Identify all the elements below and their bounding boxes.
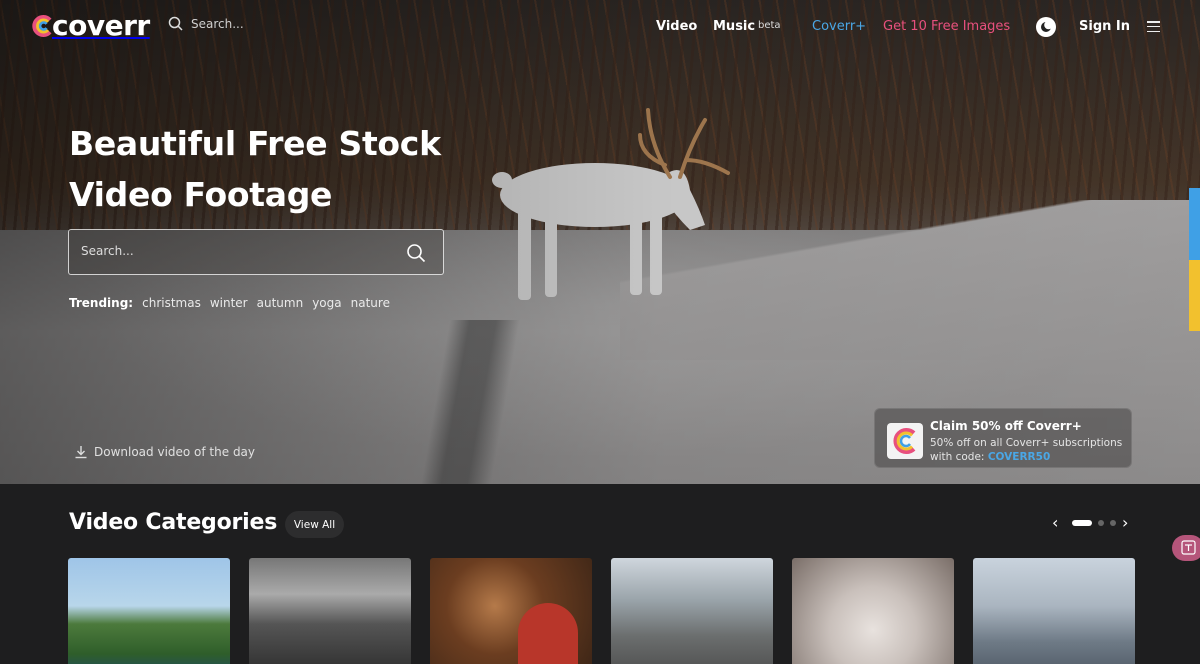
download-video-of-day[interactable]: Download video of the day (74, 445, 255, 459)
category-card[interactable] (68, 558, 230, 664)
search-icon[interactable] (406, 243, 426, 263)
download-icon (75, 446, 87, 459)
hero-search-input[interactable] (81, 244, 381, 258)
search-icon (168, 16, 183, 31)
hero-title-line2: Video Footage (69, 175, 333, 214)
trending-tag[interactable]: nature (351, 296, 390, 310)
trending-label: Trending: (69, 296, 134, 310)
promo-card[interactable]: Claim 50% off Coverr+ 50% off on all Cov… (874, 408, 1132, 468)
promo-code: COVERR50 (987, 451, 1051, 463)
category-card[interactable] (973, 558, 1135, 664)
category-card[interactable] (249, 558, 411, 664)
carousel-dot[interactable] (1098, 520, 1104, 526)
coverr-logo-mark (30, 13, 56, 39)
promo-title: Claim 50% off Coverr+ (930, 419, 1082, 433)
nav-link-coverr-plus[interactable]: Coverr+ (812, 19, 866, 34)
translate-icon (1181, 540, 1196, 555)
top-nav: coverr Video Music beta Coverr+ Get 10 F… (0, 0, 1200, 54)
category-cards (68, 558, 1135, 664)
nav-search[interactable] (168, 16, 311, 31)
chevron-left-icon[interactable]: ‹ (1052, 515, 1066, 531)
carousel-dot[interactable] (1072, 520, 1092, 526)
category-card[interactable] (430, 558, 592, 664)
carousel-dot[interactable] (1110, 520, 1116, 526)
trending-tag[interactable]: autumn (257, 296, 304, 310)
category-card[interactable] (792, 558, 954, 664)
trending-tag[interactable]: christmas (142, 296, 201, 310)
nav-search-input[interactable] (191, 16, 311, 31)
chevron-right-icon[interactable]: › (1122, 515, 1136, 531)
side-tab-blue[interactable] (1189, 188, 1200, 260)
nav-link-music[interactable]: Music (713, 19, 755, 34)
coverr-logo[interactable]: coverr (30, 10, 150, 42)
view-all-button[interactable]: View All (285, 511, 344, 538)
sign-in-link[interactable]: Sign In (1079, 19, 1130, 34)
hero-title-line1: Beautiful Free Stock (69, 124, 441, 163)
theme-toggle[interactable] (1036, 17, 1056, 37)
coverr-plus-logo (887, 423, 923, 459)
hero-search[interactable] (68, 229, 444, 275)
video-categories-title: Video Categories (69, 510, 278, 535)
category-card[interactable] (611, 558, 773, 664)
menu-icon[interactable] (1147, 21, 1160, 33)
promo-description: 50% off on all Coverr+ subscriptions wit… (930, 436, 1125, 464)
translate-button[interactable] (1172, 535, 1200, 561)
nav-link-video[interactable]: Video (656, 19, 697, 34)
carousel-nav: ‹ › (1052, 515, 1136, 531)
trending-tag[interactable]: winter (210, 296, 248, 310)
download-label: Download video of the day (94, 445, 256, 459)
nav-link-free-images[interactable]: Get 10 Free Images (883, 19, 1010, 34)
logo-text: coverr (52, 9, 150, 42)
trending-tag[interactable]: yoga (312, 296, 341, 310)
music-beta-badge: beta (758, 20, 781, 31)
trending-tags: Trending: christmas winter autumn yoga n… (69, 296, 390, 310)
side-tab-yellow[interactable] (1189, 260, 1200, 331)
moon-icon (1041, 20, 1053, 32)
hero-title: Beautiful Free Stock Video Footage (69, 118, 509, 220)
